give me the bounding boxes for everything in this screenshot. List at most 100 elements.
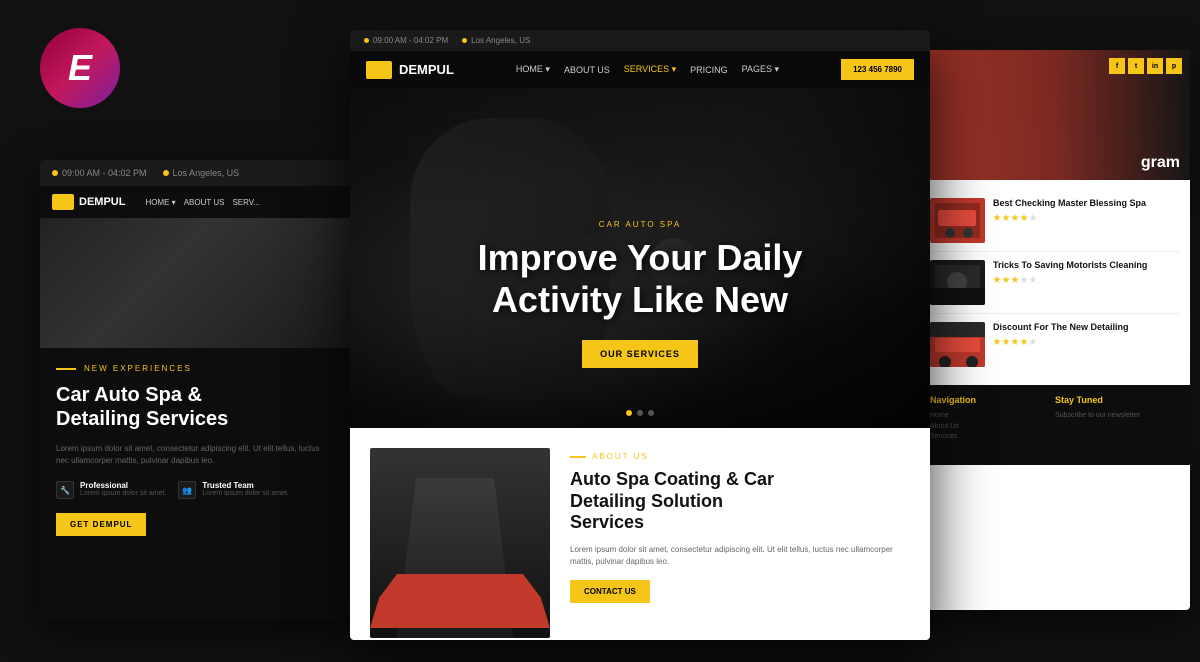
hero-title-line2: Activity Like New bbox=[492, 279, 788, 320]
elementor-letter: E bbox=[68, 47, 92, 89]
hero-dot-1[interactable] bbox=[626, 410, 632, 416]
star-3-1 bbox=[993, 338, 1001, 346]
blog-stars-3 bbox=[993, 338, 1129, 346]
blog-item-2: Tricks To Saving Motorists Cleaning bbox=[930, 252, 1180, 314]
center-nav-about[interactable]: ABOUT US bbox=[564, 65, 610, 75]
blog-thumb-3 bbox=[930, 322, 985, 367]
professional-icon: 🔧 bbox=[56, 481, 74, 499]
center-about-cta[interactable]: CONTACT US bbox=[570, 580, 650, 603]
left-desc: Lorem ipsum dolor sit amet, consectetur … bbox=[56, 443, 334, 467]
feature-professional-title: Professional bbox=[80, 481, 166, 490]
right-footer: Navigation HomeAbout UsServices Stay Tun… bbox=[920, 385, 1190, 465]
star-2-4 bbox=[1020, 276, 1028, 284]
hero-title-line1: Improve Your Daily bbox=[478, 237, 803, 278]
trusted-icon: 👥 bbox=[178, 481, 196, 499]
left-nav-about[interactable]: ABOUT US bbox=[184, 198, 225, 207]
center-hero-tag: CAR AUTO SPA bbox=[350, 220, 930, 229]
time-dot bbox=[52, 170, 58, 176]
left-new-exp: NEW EXPERIENCES bbox=[56, 364, 334, 373]
feature-trusted-desc: Lorem ipsum dolor sit amet. bbox=[202, 490, 288, 497]
center-location-item: Los Angeles, US bbox=[462, 36, 530, 45]
left-card-content: NEW EXPERIENCES Car Auto Spa & Detailing… bbox=[40, 348, 350, 552]
star-1-2 bbox=[1002, 214, 1010, 222]
elementor-logo: E bbox=[40, 28, 120, 108]
star-1-3 bbox=[1011, 214, 1019, 222]
right-footer-stay-tuned: Stay Tuned Subscribe to our newsletter bbox=[1055, 395, 1180, 455]
left-main-heading: Car Auto Spa & Detailing Services bbox=[56, 383, 334, 431]
instagram-label: gram bbox=[1141, 154, 1180, 172]
left-feature-professional: 🔧 Professional Lorem ipsum dolor sit ame… bbox=[56, 481, 166, 499]
feature-professional-text: Professional Lorem ipsum dolor sit amet. bbox=[80, 481, 166, 497]
center-nav-bar: DEMPUL HOME ▾ ABOUT US SERVICES ▾ PRICIN… bbox=[350, 51, 930, 88]
center-nav-cta[interactable]: 123 456 7890 bbox=[841, 59, 914, 80]
social-icon-linkedin[interactable]: in bbox=[1147, 58, 1163, 74]
center-location: Los Angeles, US bbox=[471, 36, 530, 45]
center-time-item: 09:00 AM - 04:02 PM bbox=[364, 36, 448, 45]
left-card-nav: DEMPUL HOME ▾ ABOUT US SERV... bbox=[40, 186, 350, 218]
about-label-line bbox=[570, 456, 586, 458]
center-top-info: 09:00 AM - 04:02 PM Los Angeles, US bbox=[364, 36, 530, 45]
blog-info-3: Discount For The New Detailing bbox=[993, 322, 1129, 367]
left-time-item: 09:00 AM - 04:02 PM bbox=[52, 168, 147, 178]
left-features: 🔧 Professional Lorem ipsum dolor sit ame… bbox=[56, 481, 334, 499]
blog-info-2: Tricks To Saving Motorists Cleaning bbox=[993, 260, 1147, 305]
right-top-section: f t in p gram bbox=[920, 50, 1190, 180]
center-nav-pages[interactable]: PAGES ▾ bbox=[742, 64, 779, 75]
social-icon-pinterest[interactable]: p bbox=[1166, 58, 1182, 74]
center-top-bar: 09:00 AM - 04:02 PM Los Angeles, US bbox=[350, 30, 930, 51]
blog-stars-1 bbox=[993, 214, 1146, 222]
star-3-2 bbox=[1002, 338, 1010, 346]
star-2-3 bbox=[1011, 276, 1019, 284]
right-stay-text: Subscribe to our newsletter bbox=[1055, 411, 1180, 422]
center-logo-icon bbox=[366, 61, 392, 79]
blog-thumb-2 bbox=[930, 260, 985, 305]
left-nav-home[interactable]: HOME ▾ bbox=[145, 198, 175, 207]
hero-dot-2[interactable] bbox=[637, 410, 643, 416]
feature-trusted-title: Trusted Team bbox=[202, 481, 288, 490]
center-card: 09:00 AM - 04:02 PM Los Angeles, US DEMP… bbox=[350, 30, 930, 640]
star-1-5 bbox=[1029, 214, 1037, 222]
left-hero-image bbox=[40, 218, 350, 348]
center-hero-cta[interactable]: OUR SERVICES bbox=[582, 340, 698, 368]
star-3-5 bbox=[1029, 338, 1037, 346]
blog-title-3: Discount For The New Detailing bbox=[993, 322, 1129, 334]
right-blog-list: Best Checking Master Blessing Spa bbox=[920, 180, 1190, 385]
left-exp-line bbox=[56, 368, 76, 370]
social-icon-facebook[interactable]: f bbox=[1109, 58, 1125, 74]
left-card-header: 09:00 AM - 04:02 PM Los Angeles, US bbox=[40, 160, 350, 186]
star-3-3 bbox=[1011, 338, 1019, 346]
left-location-item: Los Angeles, US bbox=[163, 168, 240, 178]
center-hero-title: Improve Your Daily Activity Like New bbox=[350, 237, 930, 320]
right-card: f t in p gram Best Checking Master Bless… bbox=[920, 50, 1190, 610]
blog-thumb-1 bbox=[930, 198, 985, 243]
left-nav-serv[interactable]: SERV... bbox=[232, 198, 260, 207]
left-cta-button[interactable]: GET DEMPUL bbox=[56, 513, 146, 536]
center-about-desc: Lorem ipsum dolor sit amet, consectetur … bbox=[570, 544, 910, 568]
star-3-4 bbox=[1020, 338, 1028, 346]
center-location-dot bbox=[462, 38, 467, 43]
hero-dot-3[interactable] bbox=[648, 410, 654, 416]
star-2-2 bbox=[1002, 276, 1010, 284]
blog-thumb-img-2 bbox=[930, 260, 985, 305]
right-stay-title: Stay Tuned bbox=[1055, 395, 1180, 405]
center-time: 09:00 AM - 04:02 PM bbox=[373, 36, 448, 45]
location-dot bbox=[163, 170, 169, 176]
left-hero-bg bbox=[40, 218, 350, 348]
right-nav-title: Navigation bbox=[930, 395, 1055, 405]
center-nav-pricing[interactable]: PRICING bbox=[690, 65, 728, 75]
center-nav-links: HOME ▾ ABOUT US SERVICES ▾ PRICING PAGES… bbox=[516, 64, 779, 75]
center-nav-services[interactable]: SERVICES ▾ bbox=[624, 64, 676, 75]
blog-thumb-img-3 bbox=[930, 322, 985, 367]
center-logo-text: DEMPUL bbox=[399, 62, 454, 77]
left-feature-trusted: 👥 Trusted Team Lorem ipsum dolor sit ame… bbox=[178, 481, 288, 499]
center-nav-home[interactable]: HOME ▾ bbox=[516, 64, 550, 75]
social-icons-group: f t in p bbox=[1109, 58, 1182, 74]
center-logo: DEMPUL bbox=[366, 61, 454, 79]
feature-professional-desc: Lorem ipsum dolor sit amet. bbox=[80, 490, 166, 497]
about-label-text: ABOUT US bbox=[592, 452, 649, 461]
left-card: 09:00 AM - 04:02 PM Los Angeles, US DEMP… bbox=[40, 160, 350, 620]
star-1-4 bbox=[1020, 214, 1028, 222]
social-icon-twitter[interactable]: t bbox=[1128, 58, 1144, 74]
star-2-5 bbox=[1029, 276, 1037, 284]
blog-item-3: Discount For The New Detailing bbox=[930, 314, 1180, 375]
